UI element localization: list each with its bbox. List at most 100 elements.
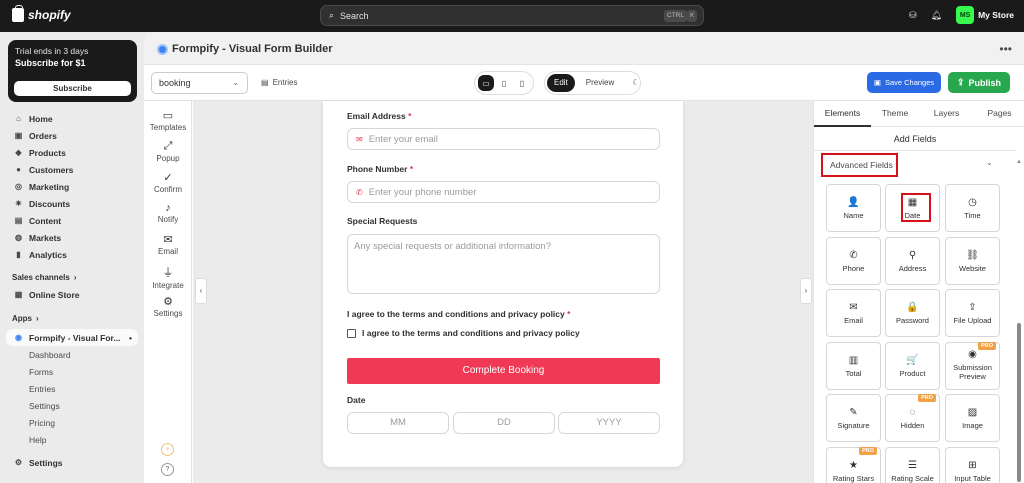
table-icon: ⊞ [968,460,977,471]
apps-heading[interactable]: Apps › [0,310,144,327]
bell-icon[interactable]: 🔔︎ [931,10,942,21]
advanced-fields-section[interactable]: Advanced Fields [821,153,898,177]
sidebar-item-content[interactable]: ▤ Content [0,212,144,229]
entries-link[interactable]: ▤ Entries [261,78,297,87]
preview-mode-button[interactable]: Preview [579,74,621,92]
sidebar-subitem-forms[interactable]: Forms [0,363,144,380]
collapse-left-icon[interactable]: ‹ [195,278,207,304]
terms-checkbox[interactable]: I agree to the terms and conditions and … [347,328,580,338]
sidebar-subitem-dashboard[interactable]: Dashboard [0,346,144,363]
more-actions-icon[interactable]: ••• [999,42,1012,56]
gear-icon: ⚙ [14,458,23,467]
bell-icon: ♪ [165,202,171,214]
sidebar-item-formpify[interactable]: ◉ Formpify - Visual For... • [6,329,138,346]
sidebar-item-products[interactable]: ◆ Products [0,144,144,161]
sidebar-item-customers[interactable]: ● Customers [0,161,144,178]
search-icon: ⌕ [329,10,335,20]
sidebar-item-online-store[interactable]: ▦ Online Store [0,286,144,303]
rail-email[interactable]: ✉ Email [144,233,192,256]
publish-button[interactable]: ⇪ Publish [948,72,1010,93]
field-tile-signature[interactable]: ✎ Signature [826,394,881,442]
rail-templates[interactable]: ▭ Templates [144,109,192,132]
tab-theme[interactable]: Theme [871,101,919,127]
checkbox[interactable] [347,328,356,338]
field-tile-phone[interactable]: ✆ Phone [826,237,881,285]
kbd-k: K [687,10,698,22]
field-tile-name[interactable]: 👤 Name [826,184,881,232]
field-tile-email[interactable]: ✉ Email [826,289,881,337]
dark-mode-icon[interactable]: ☾ [625,74,646,92]
panel-tabs: Elements Theme Layers Pages [814,101,1024,127]
sidebar-subitem-help[interactable]: Help [0,431,144,448]
tab-pages[interactable]: Pages [974,101,1024,127]
field-tile-website[interactable]: ⛓ Website [945,237,1000,285]
subscribe-button[interactable]: Subscribe [14,81,131,96]
eye-off-icon: ◌ [909,407,916,418]
orders-icon: ▣ [14,131,23,140]
phone-field[interactable]: ✆ Enter your phone number [347,181,660,203]
sidebar-item-orders[interactable]: ▣ Orders [0,127,144,144]
search-bar[interactable]: ⌕ Search CTRL K [320,5,704,26]
field-tile-submission-preview[interactable]: PRO ◉ Submission Preview [945,342,1000,390]
field-tile-time[interactable]: ◷ Time [945,184,1000,232]
shopify-logo[interactable]: shopify [12,5,71,22]
top-bar: shopify ⌕ Search CTRL K ⛁ 🔔︎ MS My Store [0,0,1024,32]
rail-settings[interactable]: ⚙ Settings [144,295,192,318]
tab-elements[interactable]: Elements [814,101,871,127]
sidebar-item-analytics[interactable]: ▮ Analytics [0,246,144,263]
sidebar-item-discounts[interactable]: ✷ Discounts [0,195,144,212]
special-requests-field[interactable]: Any special requests or additional infor… [347,234,660,294]
sidebar-subitem-entries[interactable]: Entries [0,380,144,397]
collapse-right-icon[interactable]: › [800,278,812,304]
chevron-down-icon[interactable]: ⌄ [986,158,993,167]
edit-mode-button[interactable]: Edit [547,74,575,92]
scroll-up-icon[interactable]: ▲ [1016,159,1022,165]
search-placeholder: Search [340,10,369,21]
field-tile-input-table[interactable]: ⊞ Input Table [945,447,1000,483]
sidebar-item-markets[interactable]: ◍ Markets [0,229,144,246]
field-tile-rating-stars[interactable]: PRO ★ Rating Stars [826,447,881,483]
panel-scrollbar[interactable]: ▲ [1015,159,1023,483]
field-tile-address[interactable]: ⚲ Address [885,237,940,285]
mail-icon: ✉ [356,134,363,144]
sidebar-subitem-settings[interactable]: Settings [0,397,144,414]
store-name[interactable]: My Store [978,10,1014,20]
scrollbar-thumb[interactable] [1017,323,1021,482]
field-tile-product[interactable]: 🛒 Product [885,342,940,390]
phone-icon: ✆ [356,187,363,197]
email-field[interactable]: ✉ Enter your email [347,128,660,150]
field-tile-image[interactable]: ▨ Image [945,394,1000,442]
sidebar-item-marketing[interactable]: ◎ Marketing [0,178,144,195]
field-tile-total[interactable]: ▥ Total [826,342,881,390]
sidebar-item-home[interactable]: ⌂ Home [0,110,144,127]
help-icon[interactable]: ? [161,463,174,476]
store-avatar[interactable]: MS [956,6,975,24]
date-month-field[interactable]: MM [347,412,449,434]
sales-channels-heading[interactable]: Sales channels › [0,269,144,286]
field-tile-rating-scale[interactable]: ☰ Rating Scale [885,447,940,483]
sidebar-item-settings[interactable]: ⚙ Settings [0,454,144,471]
shopify-bag-icon [12,5,24,22]
inbox-icon[interactable]: ⛁ [909,10,917,21]
mobile-icon[interactable]: ▯ [514,75,530,91]
date-day-field[interactable]: DD [453,412,555,434]
rail-popup[interactable]: ⤢ Popup [144,140,192,163]
field-tile-password[interactable]: 🔒 Password [885,289,940,337]
field-tile-date[interactable]: ▦ Date [885,184,940,232]
tab-layers[interactable]: Layers [919,101,974,127]
tablet-icon[interactable]: ▯ [496,75,512,91]
save-changes-button[interactable]: ▣ Save Changes [867,72,941,93]
sidebar-subitem-pricing[interactable]: Pricing [0,414,144,431]
mail-icon: ✉ [849,302,858,313]
field-tile-file-upload[interactable]: ⇪ File Upload [945,289,1000,337]
date-year-field[interactable]: YYYY [558,412,660,434]
form-canvas: ‹ › Email Address * ✉ Enter your email Ph… [193,101,813,483]
complete-booking-button[interactable]: Complete Booking [347,358,660,384]
rail-confirm[interactable]: ✓ Confirm [144,171,192,194]
lightbulb-icon[interactable]: ♀ [161,443,174,456]
rail-notify[interactable]: ♪ Notify [144,202,192,224]
rail-integrate[interactable]: ⏚ Integrate [144,264,192,290]
form-select[interactable]: booking ⌄ [151,72,248,94]
desktop-icon[interactable]: ▭ [478,75,494,91]
field-tile-hidden[interactable]: PRO ◌ Hidden [885,394,940,442]
